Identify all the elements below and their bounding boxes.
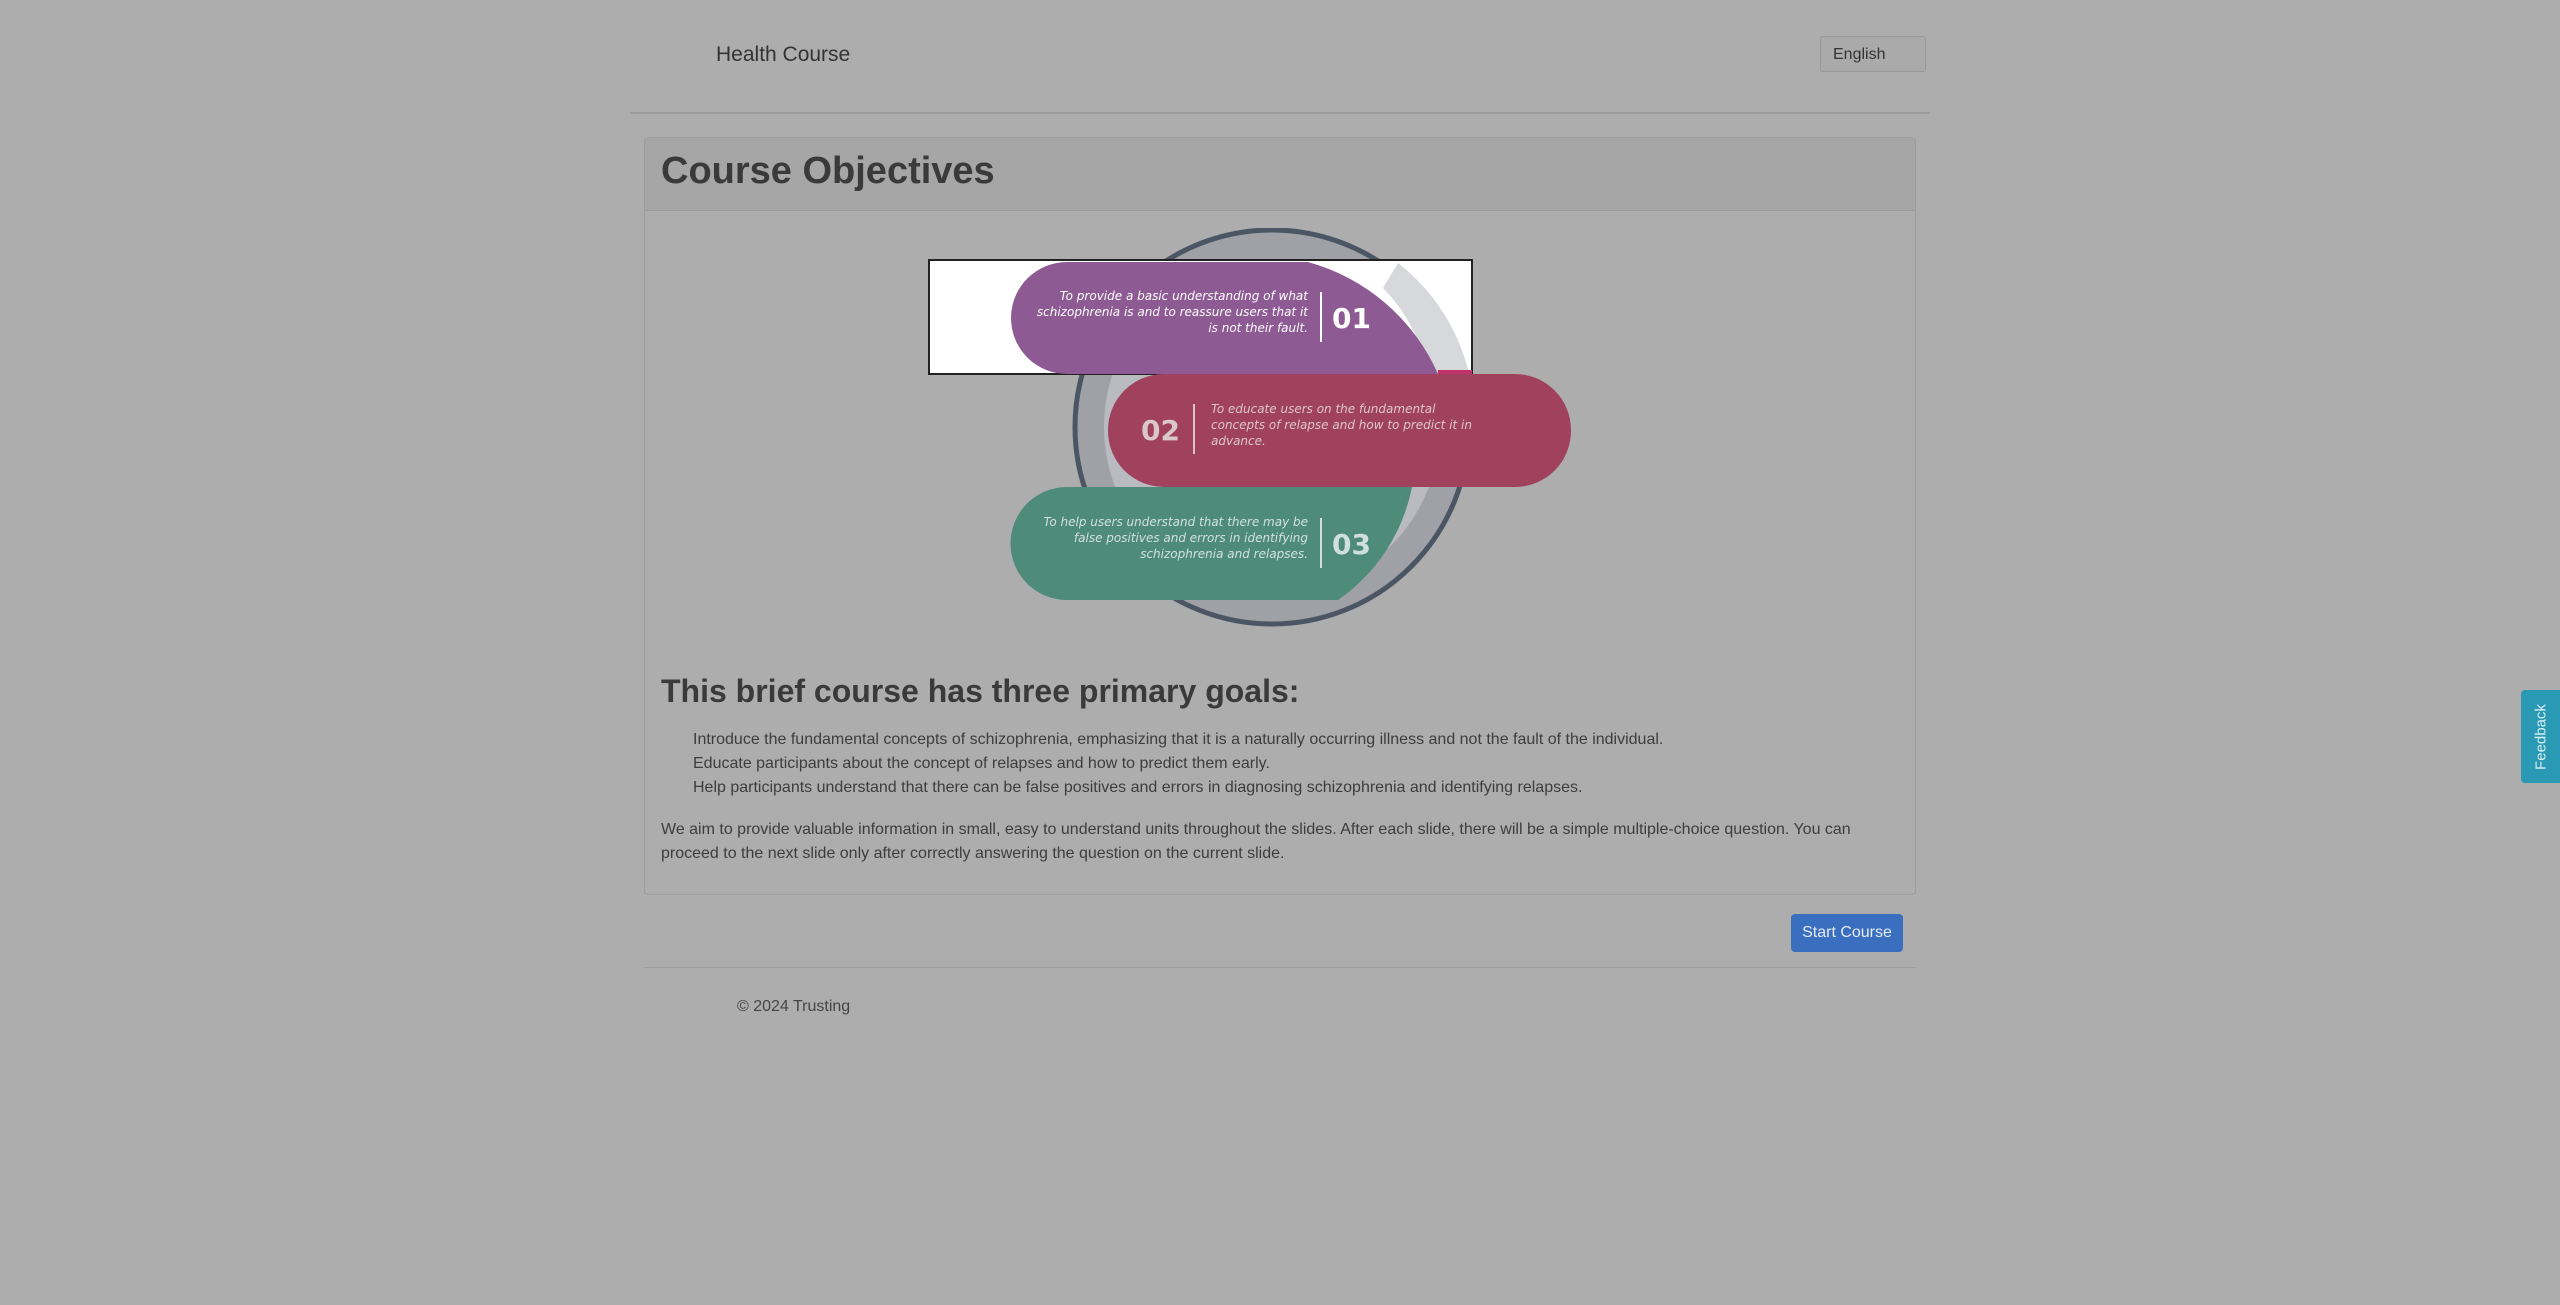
goal-item-3: Help participants understand that there …: [693, 779, 1583, 796]
language-select[interactable]: English: [1820, 36, 1926, 72]
item-02-line-3: advance.: [1211, 434, 1266, 448]
goals-heading: This brief course has three primary goal…: [661, 673, 1300, 709]
item-01-accent: [1438, 370, 1472, 374]
item-01-number: 01: [1332, 302, 1371, 335]
item-01-line-3: is not their fault.: [1208, 321, 1308, 335]
item-01-line-2: schizophrenia is and to reassure users t…: [1037, 305, 1309, 319]
objectives-diagram: 01 02 03 To provide a basic understandin…: [928, 228, 1571, 627]
page-container: Health Course English Course Objectives: [630, 0, 1930, 1015]
item-02-line-2: concepts of relapse and how to predict i…: [1211, 418, 1472, 432]
page-title: Course Objectives: [661, 150, 995, 192]
item-02-number: 02: [1141, 414, 1180, 447]
item-01-line-1: To provide a basic understanding of what: [1060, 289, 1309, 303]
course-objectives-card: Course Objectives 01 02 03 To provide a …: [644, 137, 1916, 895]
navbar: Health Course English: [630, 0, 1930, 114]
course-intro-paragraph: We aim to provide valuable information i…: [661, 821, 1851, 862]
item-03-line-3: schizophrenia and relapses.: [1140, 547, 1308, 561]
footer-copyright: © 2024 Trusting: [737, 998, 851, 1015]
goal-item-2: Educate participants about the concept o…: [693, 755, 1270, 772]
feedback-tab[interactable]: Feedback: [2521, 690, 2560, 783]
footer-divider: [644, 967, 1916, 968]
goal-item-1: Introduce the fundamental concepts of sc…: [693, 731, 1664, 748]
item-02-line-1: To educate users on the fundamental: [1211, 402, 1436, 416]
feedback-label: Feedback: [2532, 703, 2549, 770]
brand-link[interactable]: Health Course: [716, 43, 850, 67]
goals-list: Introduce the fundamental concepts of sc…: [661, 728, 1663, 800]
item-03-number: 03: [1332, 528, 1371, 561]
start-course-button[interactable]: Start Course: [1791, 914, 1903, 952]
card-header: Course Objectives: [645, 138, 1915, 211]
item-03-line-1: To help users understand that there may …: [1044, 515, 1308, 529]
item-03-line-2: false positives and errors in identifyin…: [1074, 531, 1308, 545]
